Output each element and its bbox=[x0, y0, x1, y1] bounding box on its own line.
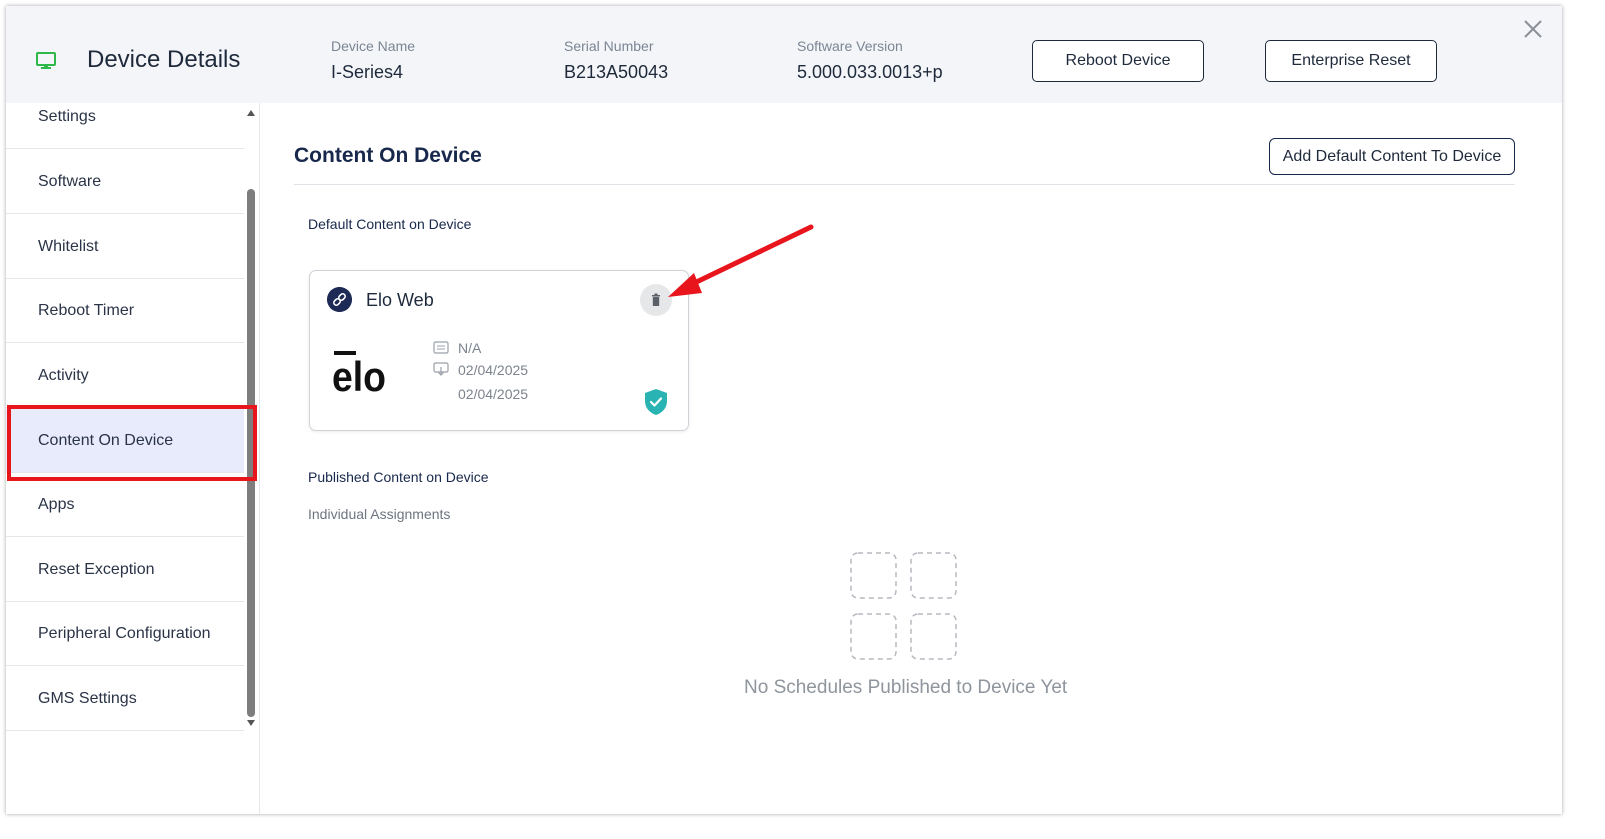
device-details-modal: Device Details Device Name I-Series4 Ser… bbox=[6, 6, 1562, 814]
sidebar-item-label: Activity bbox=[38, 366, 89, 384]
sidebar-item-label: Settings bbox=[38, 107, 96, 125]
software-version-label: Software Version bbox=[797, 38, 903, 54]
date-value-1: 02/04/2025 bbox=[458, 362, 529, 378]
software-version-block: Software Version 5.000.033.0013+p bbox=[797, 38, 943, 83]
software-version-value: 5.000.033.0013+p bbox=[797, 62, 943, 82]
highlight-annotation bbox=[7, 405, 257, 481]
sidebar-item-label: Reset Exception bbox=[38, 560, 155, 578]
shield-check-icon bbox=[645, 389, 667, 415]
sidebar-item-label: Reboot Timer bbox=[38, 301, 135, 319]
default-content-heading: Default Content on Device bbox=[308, 216, 472, 232]
device-name-label: Device Name bbox=[331, 38, 416, 54]
device-name-value: I-Series4 bbox=[331, 62, 404, 82]
empty-schedule-icon bbox=[850, 552, 957, 660]
svg-text:elo: elo bbox=[332, 353, 386, 395]
sidebar-item-gms-settings[interactable]: GMS Settings bbox=[6, 667, 244, 731]
sidebar-item-label: Peripheral Configuration bbox=[38, 624, 211, 642]
sidebar-item-label: Software bbox=[38, 172, 102, 190]
sidebar-item-peripheral-configuration[interactable]: Peripheral Configuration bbox=[6, 602, 244, 666]
serial-number-block: Serial Number B213A50043 bbox=[564, 38, 668, 83]
close-icon[interactable] bbox=[1520, 16, 1546, 42]
red-arrow-annotation-icon bbox=[668, 224, 814, 297]
monitor-icon bbox=[36, 52, 56, 69]
serial-number-value: B213A50043 bbox=[564, 62, 669, 82]
device-name-block: Device Name I-Series4 bbox=[331, 38, 415, 83]
sidebar-item-activity[interactable]: Activity bbox=[6, 344, 244, 408]
serial-number-label: Serial Number bbox=[564, 38, 654, 54]
sidebar-item-settings[interactable]: Settings bbox=[6, 103, 244, 149]
sidebar-item-reboot-timer[interactable]: Reboot Timer bbox=[6, 279, 244, 343]
enterprise-reset-button[interactable]: Enterprise Reset bbox=[1265, 40, 1437, 82]
card-title: Elo Web bbox=[366, 290, 434, 310]
page-title: Device Details bbox=[87, 46, 241, 73]
empty-state-text: No Schedules Published to Device Yet bbox=[744, 677, 1068, 698]
reboot-device-button[interactable]: Reboot Device bbox=[1032, 40, 1204, 82]
link-icon bbox=[327, 287, 352, 312]
published-content-heading: Published Content on Device bbox=[308, 469, 489, 485]
folder-value: N/A bbox=[458, 340, 482, 356]
scroll-up-arrow-icon[interactable] bbox=[247, 110, 255, 116]
section-title: Content On Device bbox=[294, 144, 482, 167]
title-divider bbox=[294, 184, 1515, 185]
modal-header: Device Details Device Name I-Series4 Ser… bbox=[6, 6, 1562, 103]
download-date-icon bbox=[433, 362, 449, 376]
elo-logo-icon: elo bbox=[332, 351, 386, 395]
sidebar-item-label: GMS Settings bbox=[38, 689, 137, 707]
sidebar-item-software[interactable]: Software bbox=[6, 150, 244, 214]
folder-icon bbox=[433, 341, 449, 354]
sidebar-item-label: Apps bbox=[38, 495, 75, 513]
sidebar-item-reset-exception[interactable]: Reset Exception bbox=[6, 538, 244, 602]
individual-assignments-label: Individual Assignments bbox=[308, 506, 451, 522]
sidebar-item-whitelist[interactable]: Whitelist bbox=[6, 215, 244, 279]
date-value-2: 02/04/2025 bbox=[458, 386, 529, 402]
scroll-down-arrow-icon[interactable] bbox=[247, 720, 255, 726]
sidebar-item-apps[interactable]: Apps bbox=[6, 473, 244, 537]
sidebar-item-label: Whitelist bbox=[38, 237, 99, 255]
add-default-content-button[interactable]: Add Default Content To Device bbox=[1269, 138, 1515, 175]
content-card[interactable]: Elo Web elo N/A 02/04/2025 02/04/2025 bbox=[309, 270, 689, 431]
